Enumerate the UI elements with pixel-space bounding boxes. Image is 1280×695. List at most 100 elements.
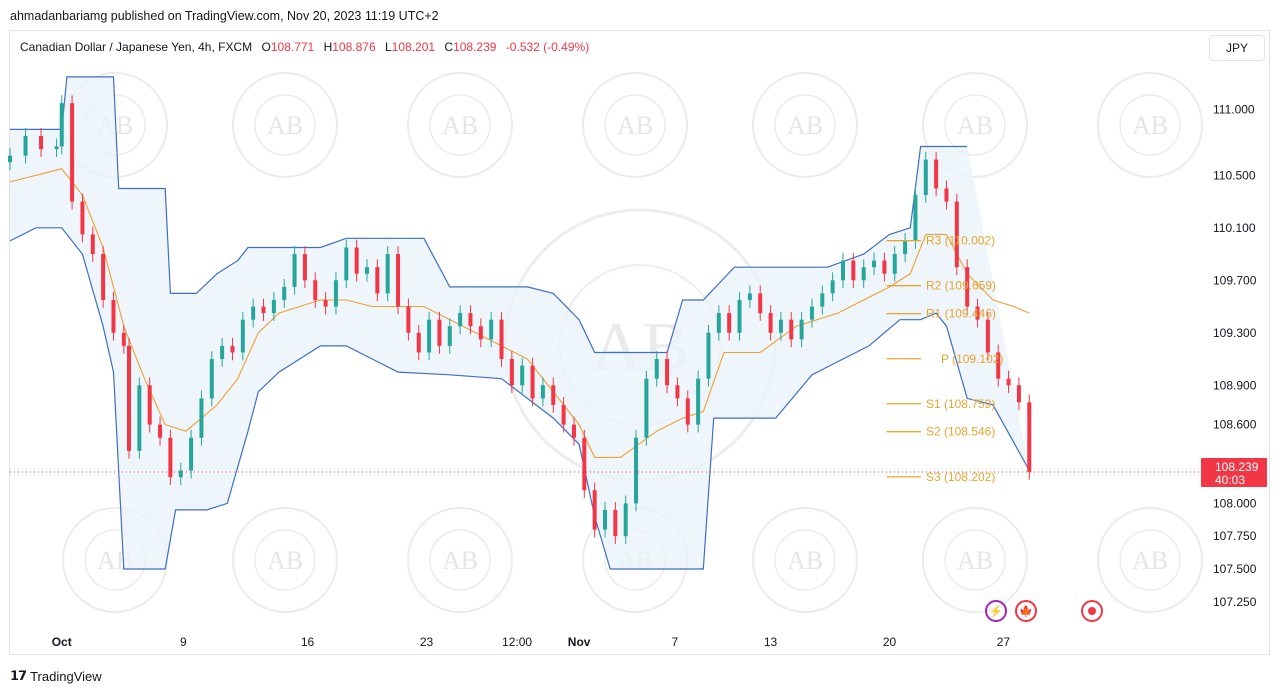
watermark-text: AB	[267, 546, 303, 575]
candle-body	[489, 319, 494, 340]
candle-body	[147, 385, 152, 425]
candle-body	[427, 319, 432, 353]
candle-body	[789, 319, 794, 340]
candle-body	[23, 135, 28, 156]
pivot-label: S2 (108.546)	[926, 425, 995, 439]
record-event-icon[interactable]	[1081, 600, 1103, 622]
y-tick-label: 109.300	[1213, 326, 1257, 340]
open-value: 108.771	[270, 40, 315, 54]
candle-body	[861, 267, 866, 281]
candle-body	[478, 326, 483, 340]
candle-body	[54, 146, 59, 150]
symbol-name: Canadian Dollar / Japanese Yen, 4h, FXCM	[20, 40, 253, 54]
brand-label: TradingView	[30, 668, 102, 684]
candle-body	[70, 103, 75, 202]
candle-body	[365, 267, 369, 274]
pivot-label: R3 (110.002)	[926, 234, 995, 248]
candle-body	[758, 293, 763, 314]
candle-body	[778, 319, 783, 333]
candle-body	[240, 319, 245, 353]
y-tick-label: 110.100	[1213, 221, 1256, 235]
watermark-text: AB	[1132, 111, 1168, 140]
low-label: L	[384, 40, 392, 54]
candle-body	[375, 267, 380, 294]
candle-body	[799, 319, 804, 340]
watermark-text: AB	[957, 546, 993, 575]
candle-body	[251, 306, 256, 320]
candle-body	[499, 319, 504, 360]
candle-body	[437, 319, 442, 346]
candle-body	[654, 359, 659, 379]
candle-body	[416, 332, 421, 353]
watermark-text: AB	[787, 546, 823, 575]
candle-body	[354, 247, 359, 274]
tradingview-logo-icon: 𝟭𝟳	[10, 668, 27, 683]
candle-body	[230, 345, 235, 353]
candle-body	[913, 195, 918, 241]
pivot-label: R1 (109.446)	[926, 307, 996, 321]
candle-body	[696, 378, 701, 425]
candle-body	[727, 313, 732, 333]
candle-body	[644, 378, 649, 438]
candle-body	[458, 313, 463, 327]
candle-body	[220, 345, 225, 360]
candle-body	[613, 509, 618, 537]
candle-body	[582, 437, 587, 491]
pivot-label: S3 (108.202)	[926, 470, 995, 484]
x-tick-label: 13	[764, 635, 778, 649]
candle-body	[385, 254, 390, 294]
candle-body	[603, 509, 607, 530]
watermark-text: AB	[957, 111, 993, 140]
currency-button[interactable]: JPY	[1209, 35, 1265, 61]
watermark-text: AB	[442, 546, 478, 575]
candle-body	[737, 299, 742, 333]
candle-body	[520, 365, 525, 386]
y-tick-label: 108.000	[1213, 496, 1257, 510]
candle-body	[923, 159, 928, 196]
y-tick-label: 110.500	[1213, 168, 1256, 182]
x-tick-label: 23	[420, 635, 434, 649]
candle-body	[872, 260, 877, 268]
candle-body	[530, 365, 535, 399]
y-tick-label: 108.900	[1213, 378, 1257, 392]
candle-body	[809, 306, 814, 320]
tradingview-brand[interactable]: 𝟭𝟳 TradingView	[10, 668, 102, 684]
candle-body	[892, 254, 897, 274]
candle-body	[323, 299, 328, 307]
x-tick-label: Nov	[568, 635, 591, 649]
pivot-label: S1 (108.759)	[926, 397, 995, 411]
lightning-event-icon[interactable]: ⚡	[985, 600, 1007, 622]
candle-body	[1027, 402, 1032, 472]
candle-body	[851, 260, 856, 281]
candle-body	[447, 326, 452, 346]
x-tick-label: 12:00	[502, 635, 532, 649]
watermark-text: AB	[617, 111, 653, 140]
canada-flag-event-icon[interactable]: 🍁	[1015, 600, 1037, 622]
y-tick-label: 107.250	[1213, 595, 1257, 609]
candle-body	[685, 398, 690, 425]
candle-body	[158, 424, 163, 438]
candle-body	[561, 404, 566, 425]
candle-body	[1006, 378, 1011, 386]
price-tag-value: 108.239	[1215, 460, 1259, 474]
candle-body	[80, 201, 85, 235]
x-tick-label: 20	[883, 635, 897, 649]
y-tick-label: 108.600	[1213, 418, 1257, 432]
high-label: H	[323, 40, 333, 54]
watermark-text: AB	[787, 111, 823, 140]
candle-body	[551, 385, 556, 405]
candle-body	[934, 159, 939, 189]
candle-body	[8, 155, 12, 163]
candle-body	[261, 306, 266, 314]
close-label: C	[444, 40, 454, 54]
candle-body	[189, 437, 194, 471]
candle-body	[944, 188, 949, 202]
candle-body	[716, 313, 721, 333]
price-chart[interactable]: ABABABABABABABABABABABABABABABR3 (110.00…	[0, 0, 1280, 695]
candle-body	[820, 293, 825, 307]
pivot-label: P (109.102)	[941, 352, 1004, 366]
candle-body	[39, 135, 44, 150]
candle-body	[882, 260, 887, 274]
candle-body	[90, 234, 95, 255]
close-value: 108.239	[453, 40, 497, 54]
